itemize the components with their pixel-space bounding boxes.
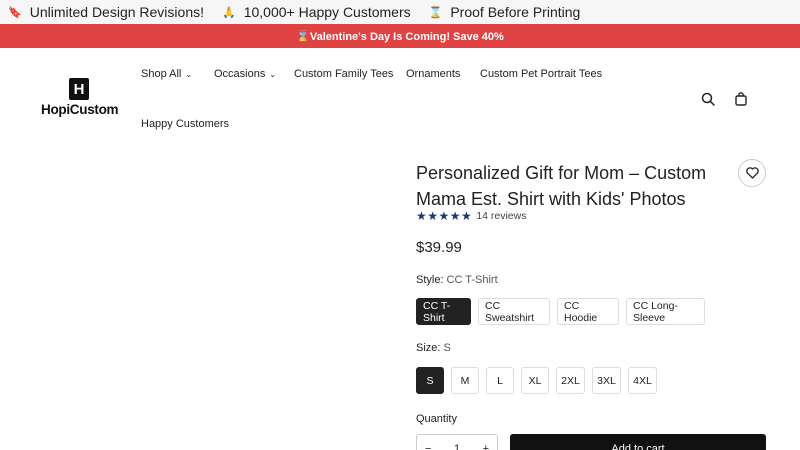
perk-label: Proof Before Printing	[450, 4, 581, 20]
product-rating[interactable]: ★★★★★ 14 reviews	[416, 209, 527, 223]
nav-label: Ornaments	[406, 68, 461, 80]
heart-icon	[745, 167, 759, 179]
size-option-m[interactable]: M	[451, 367, 479, 394]
nav-label: Custom Family Tees	[294, 68, 394, 80]
quantity-input[interactable]: 1	[454, 443, 460, 450]
nav-item-custom-family-tees[interactable]: Custom Family Tees	[294, 68, 393, 80]
site-logo[interactable]: H HopiCustom	[40, 78, 120, 120]
wishlist-button[interactable]	[738, 159, 766, 187]
logo-wordmark: HopiCustom	[41, 102, 119, 117]
style-option-cc-sweatshirt[interactable]: CC Sweatshirt	[478, 298, 550, 325]
logo-mark: H	[69, 78, 89, 100]
nav-item-custom-pet-portrait-tees[interactable]: Custom Pet Portrait Tees	[480, 68, 602, 80]
perk-label: Unlimited Design Revisions!	[29, 4, 204, 20]
quantity-label: Quantity	[416, 413, 457, 425]
perks-bar: 🔖 Unlimited Design Revisions! 🙏 10,000+ …	[0, 0, 800, 24]
star-rating-icons: ★★★★★	[416, 209, 473, 223]
nav-item-happy-customers[interactable]: Happy Customers	[141, 118, 229, 130]
size-option-4xl[interactable]: 4XL	[628, 367, 657, 394]
quantity-stepper: − 1 +	[416, 434, 498, 450]
badge-icon: 🔖	[8, 6, 22, 19]
product-title: Personalized Gift for Mom – Custom Mama …	[416, 163, 707, 209]
nav-label: Custom Pet Portrait Tees	[480, 68, 603, 80]
style-option-cc-hoodie[interactable]: CC Hoodie	[557, 298, 619, 325]
review-count: 14 reviews	[476, 210, 527, 222]
size-option-s[interactable]: S	[416, 367, 444, 394]
style-option-cc-tshirt[interactable]: CC T-Shirt	[416, 298, 471, 325]
quantity-increase-button[interactable]: +	[483, 443, 489, 450]
perk-revisions: 🔖 Unlimited Design Revisions!	[8, 4, 204, 20]
quantity-decrease-button[interactable]: −	[425, 443, 431, 450]
nav-label: Occasions	[214, 68, 266, 80]
perk-proof: ⌛ Proof Before Printing	[429, 4, 581, 20]
nav-label: Shop All	[141, 68, 182, 80]
size-option-label: Size: S	[416, 342, 451, 354]
size-swatches: S M L XL 2XL 3XL 4XL	[416, 367, 664, 394]
option-selected-value: S	[443, 342, 451, 354]
promo-banner[interactable]: ⌛Valentine's Day Is Coming! Save 40%	[0, 24, 800, 48]
option-name: Size:	[416, 342, 441, 354]
nav-item-ornaments[interactable]: Ornaments	[406, 68, 460, 80]
size-option-l[interactable]: L	[486, 367, 514, 394]
nav-label: Happy Customers	[141, 118, 230, 130]
option-name: Style:	[416, 274, 444, 286]
cart-bag-icon[interactable]	[731, 89, 751, 109]
search-icon[interactable]	[698, 89, 718, 109]
nav-item-shop-all[interactable]: Shop All ⌄	[141, 68, 192, 80]
praying-hands-icon: 🙏	[222, 6, 236, 19]
promo-text: ⌛Valentine's Day Is Coming! Save 40%	[296, 30, 504, 43]
chevron-down-icon: ⌄	[269, 69, 277, 79]
nav-item-occasions[interactable]: Occasions ⌄	[214, 68, 276, 80]
style-option-label: Style: CC T-Shirt	[416, 274, 498, 286]
style-swatches: CC T-Shirt CC Sweatshirt CC Hoodie CC Lo…	[416, 298, 712, 325]
size-option-2xl[interactable]: 2XL	[556, 367, 585, 394]
perk-label: 10,000+ Happy Customers	[243, 4, 411, 20]
hourglass-icon: ⌛	[428, 6, 443, 19]
chevron-down-icon: ⌄	[185, 69, 193, 79]
style-option-cc-long-sleeve[interactable]: CC Long-Sleeve	[626, 298, 705, 325]
product-price: $39.99	[416, 239, 462, 256]
size-option-3xl[interactable]: 3XL	[592, 367, 621, 394]
perk-customers: 🙏 10,000+ Happy Customers	[222, 4, 411, 20]
add-to-cart-button[interactable]: Add to cart	[510, 434, 766, 450]
size-option-xl[interactable]: XL	[521, 367, 549, 394]
option-selected-value: CC T-Shirt	[446, 274, 498, 286]
